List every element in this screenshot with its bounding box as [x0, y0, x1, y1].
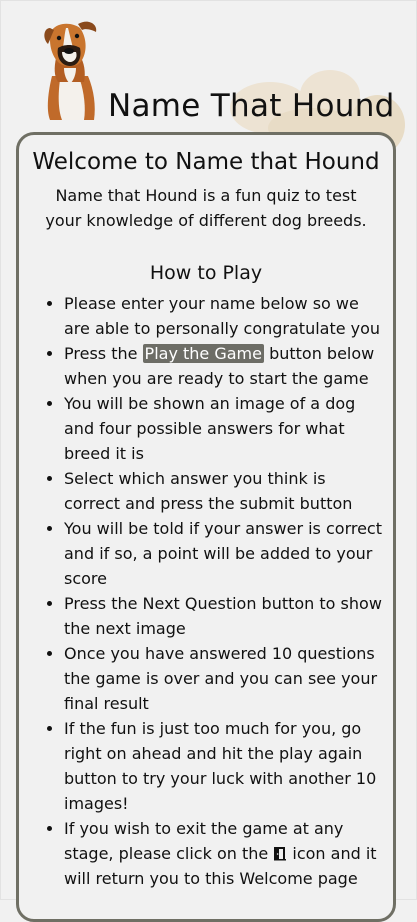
boxer-dog-logo: [44, 21, 97, 120]
how-to-play-heading: How to Play: [149, 262, 263, 284]
rule-text: You will be shown an image of a dog and …: [64, 394, 356, 463]
rule-item: Please enter your name below so we are a…: [64, 291, 383, 341]
rule-text: You will be told if your answer is corre…: [64, 519, 382, 588]
rule-text: Press the Next Question button to show t…: [64, 594, 382, 638]
rule-item: If the fun is just too much for you, go …: [64, 716, 383, 816]
rule-text: Press the: [64, 344, 143, 363]
play-the-game-highlight: Play the Game: [142, 344, 264, 363]
rule-text: If the fun is just too much for you, go …: [64, 719, 377, 813]
rule-text: Please enter your name below so we are a…: [64, 294, 381, 338]
welcome-card: Welcome to Name that Hound Name that Hou…: [16, 132, 396, 922]
rule-text: Once you have answered 10 questions the …: [64, 644, 378, 713]
rule-item: You will be told if your answer is corre…: [64, 516, 383, 591]
rule-item: Press the Next Question button to show t…: [64, 591, 383, 641]
rule-text: Select which answer you think is correct…: [64, 469, 353, 513]
rules-list: Please enter your name below so we are a…: [19, 291, 393, 891]
rule-item: Select which answer you think is correct…: [64, 466, 383, 516]
rule-item: If you wish to exit the game at any stag…: [64, 816, 383, 891]
rule-item: You will be shown an image of a dog and …: [64, 391, 383, 466]
rule-item: Press the Play the Game button below whe…: [64, 341, 383, 391]
door-exit-icon: [274, 847, 287, 861]
rule-item: Once you have answered 10 questions the …: [64, 641, 383, 716]
welcome-heading: Welcome to Name that Hound: [32, 149, 380, 175]
site-header: Name That Hound: [0, 0, 417, 155]
site-title: Name That Hound: [108, 88, 395, 124]
intro-text: Name that Hound is a fun quiz to test yo…: [45, 186, 367, 230]
